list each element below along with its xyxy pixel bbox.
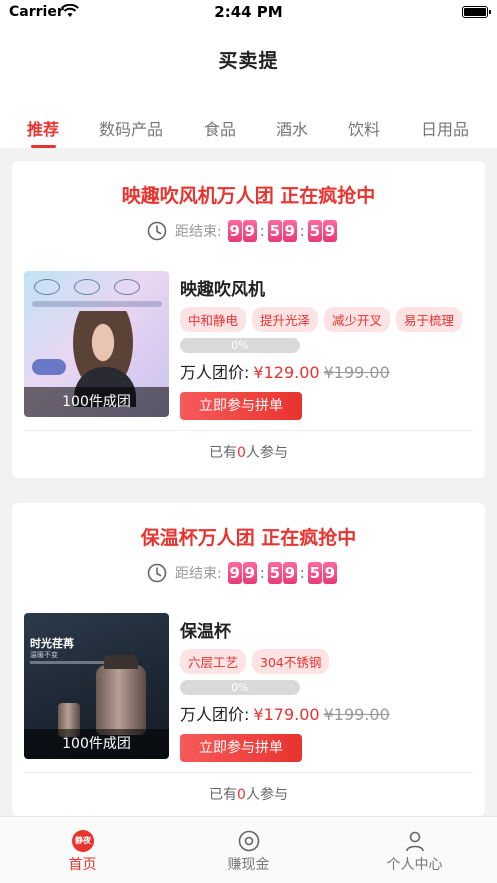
clock-icon [147,221,167,241]
bottom-tab-earn[interactable]: 赚现金 [166,817,331,883]
divider [24,430,473,431]
tab-daily[interactable]: 日用品 [421,116,469,140]
battery-icon [462,6,491,18]
countdown-digit: 9 [282,220,297,242]
participants-count: 已有0人参与 [209,787,288,803]
countdown-digit: 9 [322,220,337,242]
join-group-button[interactable]: 立即参与拼单 [180,734,302,762]
clock-icon [147,563,167,583]
product-name[interactable]: 映趣吹风机 [180,275,265,300]
countdown-digit: 5 [307,562,322,584]
product-name[interactable]: 保温杯 [180,617,231,642]
original-price: ¥199.00 [323,363,390,382]
group-price: ¥179.00 [253,705,320,724]
home-icon: 静夜 [71,829,95,853]
join-group-button[interactable]: 立即参与拼单 [180,392,302,420]
group-size-badge: 100件成团 [24,387,169,417]
status-time: 2:44 PM [214,3,283,21]
original-price: ¥199.00 [323,705,390,724]
page-title: 买卖提 [218,50,279,72]
product-tags: 六层工艺 304不锈钢 [180,649,330,674]
countdown-digit: 9 [282,562,297,584]
active-tab-indicator [31,145,56,148]
countdown-digit: 5 [267,562,282,584]
progress-percent: 0% [231,681,249,694]
price-row: 万人团价: ¥129.00 ¥199.00 [180,359,390,383]
countdown-label: 距结束: [175,566,222,582]
progress-percent: 0% [231,339,249,352]
tab-digital[interactable]: 数码产品 [99,116,163,140]
deal-title: 保温杯万人团 正在疯抢中 [140,527,357,549]
product-image-thermos[interactable]: 时光荏苒 温暖不变 100件成团 [24,613,169,759]
bottom-tab-label: 个人中心 [386,857,443,873]
tab-food[interactable]: 食品 [204,116,236,140]
product-tag: 中和静电 [180,307,247,332]
status-bar: Carrier 2:44 PM [0,0,497,26]
price-label: 万人团价: [180,363,250,382]
deal-card: 保温杯万人团 正在疯抢中 距结束: 9 9 : 5 9 : 5 9 时光荏苒 温… [12,503,485,816]
bottom-tab-bar: 静夜 首页 赚现金 个人中心 [0,816,497,883]
product-tag: 六层工艺 [180,649,247,674]
product-tag: 易于梳理 [396,307,463,332]
deal-title: 映趣吹风机万人团 正在疯抢中 [121,185,376,207]
countdown: 距结束: 9 9 : 5 9 : 5 9 [147,561,338,585]
bottom-tab-label: 首页 [68,857,97,873]
group-progress-bar: 0% [180,338,300,353]
bottom-tab-home[interactable]: 静夜 首页 [0,817,165,883]
product-tag: 304不锈钢 [252,649,330,674]
product-tag: 减少开叉 [324,307,391,332]
price-label: 万人团价: [180,705,250,724]
countdown-digit: 9 [322,562,337,584]
countdown-digit: 9 [227,562,242,584]
earn-icon [238,830,260,852]
countdown-digit: 9 [242,562,257,584]
tab-recommend[interactable]: 推荐 [27,116,59,140]
category-tabs: 推荐 数码产品 食品 酒水 饮料 日用品 [0,96,497,148]
countdown-digit: 5 [267,220,282,242]
bottom-tab-profile[interactable]: 个人中心 [332,817,497,883]
group-size-badge: 100件成团 [24,729,169,759]
nav-bar: 买卖提 [0,26,497,96]
tab-drinks[interactable]: 饮料 [348,116,380,140]
countdown: 距结束: 9 9 : 5 9 : 5 9 [147,219,338,243]
countdown-label: 距结束: [175,224,222,240]
countdown-digit: 9 [242,220,257,242]
tab-liquor[interactable]: 酒水 [276,116,308,140]
deal-card: 映趣吹风机万人团 正在疯抢中 距结束: 9 9 : 5 9 : 5 9 100件… [12,161,485,478]
image-subline: 温暖不变 [30,651,58,659]
divider [24,772,473,773]
price-row: 万人团价: ¥179.00 ¥199.00 [180,701,390,725]
participants-count: 已有0人参与 [209,445,288,461]
countdown-digit: 5 [307,220,322,242]
product-tag: 提升光泽 [252,307,319,332]
bottom-tab-label: 赚现金 [227,857,270,873]
product-image-hairdryer[interactable]: 100件成团 [24,271,169,417]
image-headline: 时光荏苒 [30,637,74,650]
group-progress-bar: 0% [180,680,300,695]
group-price: ¥129.00 [253,363,320,382]
countdown-digit: 9 [227,220,242,242]
profile-icon [406,831,424,852]
product-tags: 中和静电 提升光泽 减少开叉 易于梳理 [180,307,463,332]
